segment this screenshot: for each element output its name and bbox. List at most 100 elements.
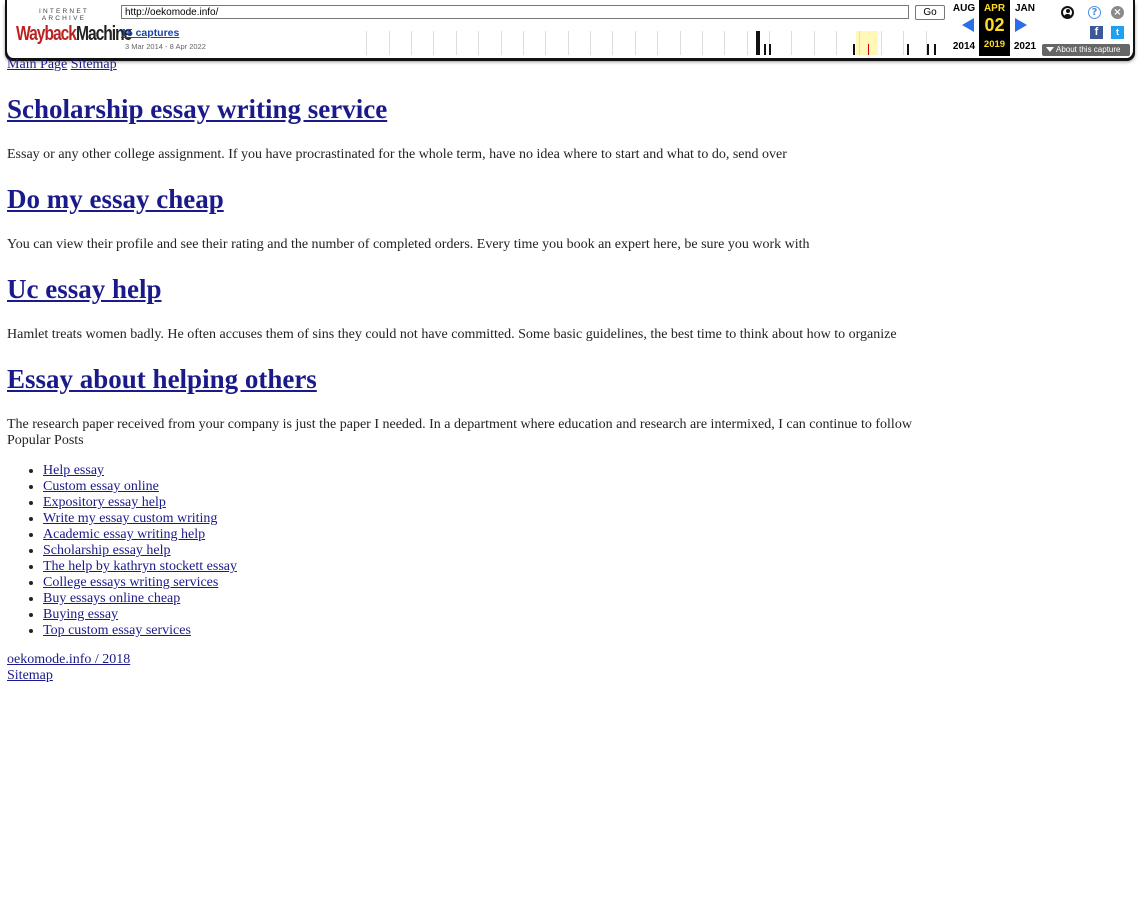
wayback-toolbar: INTERNET ARCHIVE WaybackMachine Go 15 ca… [5, 0, 1135, 58]
sparkline-year-divider [747, 31, 748, 55]
logo-internet-archive: INTERNET ARCHIVE [38, 8, 90, 22]
triangle-down-icon [1046, 47, 1054, 53]
sparkline-year-divider [433, 31, 434, 55]
list-item: The help by kathryn stockett essay [43, 559, 1127, 575]
sparkline-current-marker [868, 44, 869, 55]
capture-sparkline[interactable] [344, 31, 948, 55]
sparkline-bar [756, 31, 760, 55]
next-arrow-icon[interactable] [1015, 18, 1027, 32]
sparkline-year-divider [702, 31, 703, 55]
sparkline-year-divider [859, 31, 860, 55]
list-item: Scholarship essay help [43, 543, 1127, 559]
about-capture-label: About this capture [1056, 45, 1121, 54]
popular-post-link[interactable]: Help essay [43, 463, 104, 478]
main-page-link[interactable]: Main Page [7, 57, 67, 72]
article-title: Essay about helping others [7, 363, 1127, 395]
list-item: Help essay [43, 463, 1127, 479]
next-capture[interactable]: JAN 2021 [1011, 0, 1039, 52]
sparkline-year-divider [814, 31, 815, 55]
sparkline-bar [907, 44, 909, 55]
sparkline-year-divider [501, 31, 502, 55]
about-capture-button[interactable]: About this capture [1042, 44, 1130, 56]
list-item: Write my essay custom writing [43, 511, 1127, 527]
article-excerpt: Essay or any other college assignment. I… [7, 147, 787, 162]
wayback-logo[interactable]: INTERNET ARCHIVE WaybackMachine [16, 8, 132, 48]
popular-post-link[interactable]: Buy essays online cheap [43, 591, 180, 606]
article-title-link[interactable]: Do my essay cheap [7, 184, 224, 214]
footer: oekomode.info / 2018 Sitemap [7, 652, 1127, 684]
popular-post-link[interactable]: The help by kathryn stockett essay [43, 559, 237, 574]
help-icon[interactable]: ? [1088, 6, 1101, 19]
sparkline-year-divider [411, 31, 412, 55]
prev-arrow-icon[interactable] [962, 18, 974, 32]
article: Essay about helping others The research … [7, 363, 1127, 433]
sparkline-year-divider [680, 31, 681, 55]
url-input[interactable] [121, 5, 909, 19]
article: Scholarship essay writing service Essay … [7, 93, 1127, 163]
prev-month[interactable]: AUG [949, 3, 979, 14]
sparkline-bar [853, 44, 855, 55]
sparkline-year-divider [724, 31, 725, 55]
top-nav: Main Page Sitemap [7, 57, 1127, 73]
popular-post-link[interactable]: Write my essay custom writing [43, 511, 217, 526]
list-item: Academic essay writing help [43, 527, 1127, 543]
sparkline-bar [927, 44, 929, 55]
list-item: Expository essay help [43, 495, 1127, 511]
sparkline-year-divider [590, 31, 591, 55]
sparkline-bar [934, 44, 936, 55]
sparkline-year-divider [545, 31, 546, 55]
current-day: 02 [984, 15, 1005, 35]
article-title: Uc essay help [7, 273, 1127, 305]
popular-post-link[interactable]: Expository essay help [43, 495, 166, 510]
article-title-link[interactable]: Uc essay help [7, 274, 162, 304]
sparkline-year-divider [389, 31, 390, 55]
popular-post-link[interactable]: Scholarship essay help [43, 543, 171, 558]
sparkline-bar [764, 44, 766, 55]
current-month: APR [983, 3, 1006, 14]
sparkline-year-divider [635, 31, 636, 55]
popular-post-link[interactable]: College essays writing services [43, 575, 218, 590]
article-title: Do my essay cheap [7, 183, 1127, 215]
close-icon[interactable]: × [1111, 6, 1124, 19]
article-title-link[interactable]: Scholarship essay writing service [7, 94, 387, 124]
prev-year[interactable]: 2014 [949, 41, 979, 52]
next-month[interactable]: JAN [1011, 3, 1039, 14]
article-title-link[interactable]: Essay about helping others [7, 364, 317, 394]
capture-date-range: 3 Mar 2014 - 8 Apr 2022 [125, 42, 206, 51]
current-capture: APR 02 2019 [979, 0, 1010, 56]
article: Do my essay cheap You can view their pro… [7, 183, 1127, 253]
user-icon[interactable] [1061, 6, 1074, 19]
sparkline-year-divider [456, 31, 457, 55]
popular-post-link[interactable]: Custom essay online [43, 479, 159, 494]
article: Uc essay help Hamlet treats women badly.… [7, 273, 1127, 343]
footer-copyright-link[interactable]: oekomode.info / 2018 [7, 652, 130, 667]
go-button[interactable]: Go [915, 5, 945, 20]
next-year[interactable]: 2021 [1011, 41, 1039, 52]
list-item: Buying essay [43, 607, 1127, 623]
captures-link[interactable]: 15 captures [121, 27, 179, 39]
article-excerpt: Hamlet treats women badly. He often accu… [7, 327, 897, 342]
list-item: Buy essays online cheap [43, 591, 1127, 607]
page-content: Main Page Sitemap Scholarship essay writ… [7, 57, 1127, 684]
footer-sitemap-link[interactable]: Sitemap [7, 668, 53, 683]
popular-posts-heading: Popular Posts [7, 433, 84, 448]
sparkline-bar [769, 44, 771, 55]
sitemap-link[interactable]: Sitemap [71, 57, 117, 72]
twitter-icon[interactable]: t [1111, 26, 1124, 39]
sparkline-year-divider [478, 31, 479, 55]
popular-post-link[interactable]: Top custom essay services [43, 623, 191, 638]
current-year: 2019 [983, 39, 1006, 50]
popular-post-link[interactable]: Academic essay writing help [43, 527, 205, 542]
article-excerpt: You can view their profile and see their… [7, 237, 810, 252]
sparkline-year-divider [903, 31, 904, 55]
sparkline-year-divider [612, 31, 613, 55]
article-title: Scholarship essay writing service [7, 93, 1127, 125]
sparkline-year-divider [791, 31, 792, 55]
sparkline-year-divider [836, 31, 837, 55]
facebook-icon[interactable]: f [1090, 26, 1103, 39]
sparkline-year-divider [523, 31, 524, 55]
prev-capture[interactable]: AUG 2014 [949, 0, 979, 52]
popular-post-link[interactable]: Buying essay [43, 607, 118, 622]
sparkline-year-divider [568, 31, 569, 55]
logo-wayback-machine: WaybackMachine [16, 23, 132, 45]
